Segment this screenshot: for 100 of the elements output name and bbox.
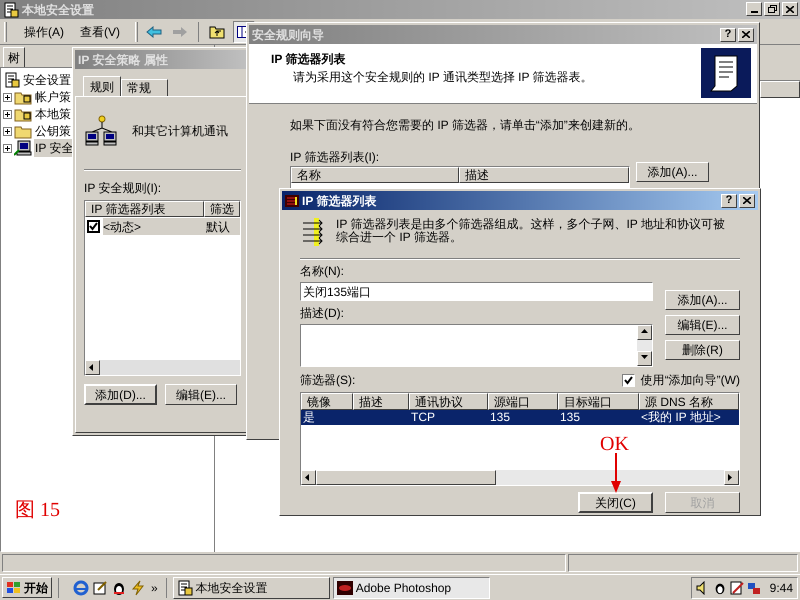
minimize-button[interactable] xyxy=(746,2,762,16)
description-field[interactable] xyxy=(300,324,653,368)
column-header[interactable]: IP 筛选器列表 xyxy=(85,201,204,217)
filter-arrows-icon xyxy=(302,218,324,246)
policy-icon xyxy=(4,72,20,88)
column-header[interactable]: 源 DNS 名称 xyxy=(639,393,739,410)
rule-row[interactable]: <动态> 默认 xyxy=(103,218,240,235)
menu-item[interactable]: 操作(A) xyxy=(17,22,71,40)
window-title: 本地安全设置 xyxy=(22,2,94,18)
table-cell-text: <动态> xyxy=(103,218,142,236)
table-cell-text: <我的 IP 地址> xyxy=(640,410,722,426)
eye-icon xyxy=(336,580,353,594)
network-icon[interactable] xyxy=(746,580,761,594)
column-header[interactable]: 筛选 xyxy=(204,201,240,217)
scroll-icon xyxy=(701,48,751,98)
table-row[interactable]: 是 TCP 135 135 <我的 IP 地址> xyxy=(301,410,739,426)
clock: 9:44 xyxy=(770,580,793,596)
folder-up-icon[interactable] xyxy=(209,24,225,38)
notepad-icon[interactable] xyxy=(92,580,108,596)
instruction-text: 如果下面没有符合您需要的 IP 筛选器，请单击“添加”来创建新的。 xyxy=(290,117,641,134)
scroll-left-button[interactable] xyxy=(85,360,100,375)
close-icon xyxy=(743,197,751,204)
wizard-subheading: 请为采用这个安全规则的 IP 通讯类型选择 IP 筛选器表。 xyxy=(292,69,593,86)
help-button[interactable]: ? xyxy=(721,194,737,208)
column-header[interactable]: 镜像 xyxy=(301,393,353,410)
button[interactable]: 删除(R) xyxy=(665,340,740,360)
restore-button[interactable] xyxy=(764,2,780,16)
callout-arrow xyxy=(611,453,621,493)
more-button[interactable]: » xyxy=(149,578,160,596)
policy-icon xyxy=(3,2,19,18)
column-header[interactable]: 描述 xyxy=(459,167,629,183)
document-icon[interactable] xyxy=(730,580,744,594)
window-title: IP 安全策略 属性 xyxy=(78,52,168,68)
close-icon xyxy=(742,31,750,38)
scroll-right-button[interactable] xyxy=(724,470,739,485)
checkbox[interactable] xyxy=(87,220,100,233)
column-header[interactable]: 源端口 xyxy=(488,393,558,410)
policy-icon xyxy=(176,580,193,596)
scrollbar-thumb[interactable] xyxy=(316,470,496,485)
button[interactable]: 关闭(C) xyxy=(578,492,653,513)
menu-item[interactable]: 查看(V) xyxy=(73,22,127,40)
scroll-down-button[interactable] xyxy=(637,351,652,366)
button[interactable]: 编辑(E)... xyxy=(165,384,237,405)
help-button[interactable]: ? xyxy=(720,28,736,42)
checkbox[interactable] xyxy=(622,374,635,387)
taskbar-button[interactable]: Adobe Photoshop xyxy=(332,576,490,598)
name-field[interactable]: 关闭135端口 xyxy=(300,282,653,302)
expand-icon[interactable] xyxy=(3,126,12,136)
tree-item[interactable]: IP 安全 xyxy=(34,139,74,157)
intro-text: 和其它计算机通讯 xyxy=(132,123,228,140)
checkbox-label: 使用“添加向导”(W) xyxy=(640,372,740,390)
tree-item[interactable]: 帐户策 xyxy=(34,88,72,106)
list-label: IP 筛选器列表(I): xyxy=(290,149,380,166)
description-text: IP 筛选器列表是由多个筛选器组成。这样，多个子网、IP 地址和协议可被综合进一个 IP 筛选器。 xyxy=(336,218,726,244)
column-header[interactable]: 描述 xyxy=(353,393,409,410)
close-button[interactable] xyxy=(738,28,754,42)
restore-icon xyxy=(768,5,776,13)
table-cell-text: 135 xyxy=(489,410,512,426)
close-button[interactable] xyxy=(782,2,798,16)
expand-icon[interactable] xyxy=(3,110,12,118)
tree-tab[interactable]: 树 xyxy=(3,47,25,67)
button[interactable]: 添加(A)... xyxy=(636,162,709,182)
column-header[interactable]: 目标端口 xyxy=(558,393,639,410)
table-cell-text: 是 xyxy=(302,410,316,426)
close-button[interactable] xyxy=(739,194,755,208)
tab[interactable]: 规则 xyxy=(83,76,121,96)
figure-caption: 图 15 xyxy=(15,498,60,523)
button[interactable]: 添加(A)... xyxy=(665,290,740,310)
close-icon xyxy=(786,6,794,12)
start-button[interactable]: 开始 xyxy=(2,577,52,598)
column-header[interactable]: 通讯协议 xyxy=(409,393,488,410)
table-cell-text: 默认 xyxy=(206,218,230,236)
column-header[interactable] xyxy=(760,81,800,98)
window-title: IP 筛选器列表 xyxy=(302,192,376,210)
expand-icon[interactable] xyxy=(3,144,12,152)
windows-logo-icon xyxy=(6,580,22,594)
filter-icon xyxy=(285,194,299,206)
browser-icon[interactable] xyxy=(73,580,89,596)
name-label: 名称(N): xyxy=(300,263,345,280)
expand-icon[interactable] xyxy=(3,92,12,102)
window-title: 安全规则向导 xyxy=(252,26,324,44)
computer-icon xyxy=(14,140,32,156)
computers-icon xyxy=(84,114,118,148)
table-cell-text: 135 xyxy=(559,410,582,426)
taskbar-button[interactable]: 本地安全设置 xyxy=(172,576,330,598)
tree-item[interactable]: 本地策 xyxy=(34,105,72,123)
wizard-heading: IP 筛选器列表 xyxy=(271,51,346,68)
scroll-left-button[interactable] xyxy=(301,470,316,485)
tree-item[interactable]: 公钥策 xyxy=(34,122,72,140)
scrollbar[interactable] xyxy=(637,325,652,366)
table-cell-text: TCP xyxy=(410,410,436,426)
tree-item[interactable]: 安全设置 xyxy=(22,71,72,89)
button[interactable]: 编辑(E)... xyxy=(665,315,740,336)
back-arrow-icon[interactable] xyxy=(146,26,162,38)
column-header[interactable]: 名称 xyxy=(291,167,459,183)
tab[interactable]: 常规 xyxy=(121,79,168,96)
minimize-icon xyxy=(750,11,758,13)
scroll-up-button[interactable] xyxy=(637,325,652,340)
lightning-icon[interactable] xyxy=(130,580,146,596)
button[interactable]: 添加(D)... xyxy=(84,384,157,405)
